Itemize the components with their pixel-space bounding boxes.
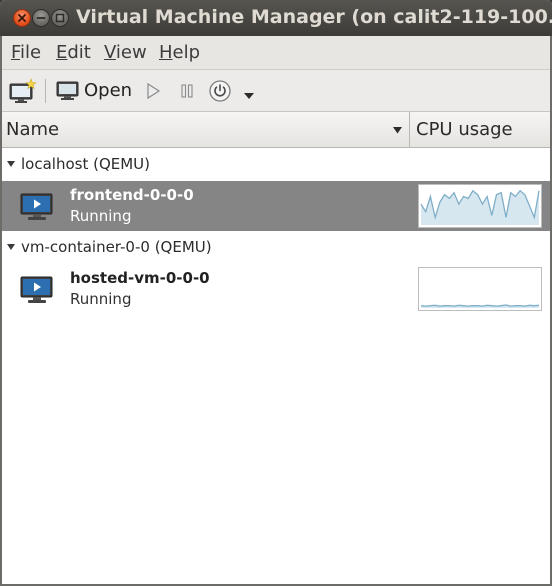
menu-edit[interactable]: Edit — [56, 42, 91, 63]
maximize-icon — [55, 13, 65, 23]
menu-bar: File Edit View Help — [0, 36, 552, 70]
power-icon — [209, 80, 231, 102]
vm-status: Running — [70, 290, 132, 308]
new-vm-icon — [9, 78, 37, 103]
toolbar-separator — [45, 79, 46, 103]
menu-help-mnemonic: H — [159, 42, 173, 63]
toolbar: Open — [0, 70, 552, 112]
connection-row-vm-container[interactable]: vm-container-0-0 (QEMU) — [2, 231, 550, 263]
column-name-label: Name — [6, 119, 60, 140]
expander-arrow-icon[interactable] — [6, 243, 16, 251]
new-vm-button[interactable] — [9, 78, 37, 108]
pause-button[interactable] — [178, 82, 196, 104]
vm-monitor-icon — [20, 193, 53, 220]
menu-edit-mnemonic: E — [56, 42, 68, 63]
vm-name: frontend-0-0-0 — [70, 186, 194, 204]
vm-row-frontend[interactable]: frontend-0-0-0 Running — [2, 181, 550, 231]
sort-arrow-icon — [393, 127, 402, 134]
menu-edit-label: dit — [67, 42, 91, 63]
vm-monitor-icon — [20, 276, 53, 303]
cpu-usage-graph — [418, 184, 542, 228]
window-maximize-button[interactable] — [51, 9, 69, 27]
column-header: Name CPU usage — [2, 112, 550, 148]
window-frame-left — [0, 36, 2, 586]
vm-status: Running — [70, 207, 132, 225]
minimize-icon — [36, 17, 46, 19]
menu-help[interactable]: Help — [159, 42, 200, 63]
menu-view-mnemonic: V — [104, 42, 116, 63]
menu-view[interactable]: View — [104, 42, 147, 63]
expander-arrow-icon[interactable] — [6, 160, 16, 168]
cpu-line — [420, 304, 540, 307]
menu-file-label: ile — [20, 42, 42, 63]
window-minimize-button[interactable] — [32, 9, 50, 27]
menu-file-mnemonic: F — [11, 42, 21, 63]
vm-row-hosted[interactable]: hosted-vm-0-0-0 Running — [2, 264, 550, 314]
window-title: Virtual Machine Manager (on calit2-119-1… — [76, 6, 552, 28]
dropdown-arrow-icon — [244, 93, 254, 99]
close-icon — [18, 14, 26, 22]
connection-label: vm-container-0-0 (QEMU) — [21, 238, 212, 256]
pause-icon — [181, 84, 193, 98]
main-window: Virtual Machine Manager (on calit2-119-1… — [0, 0, 552, 586]
cpu-sparkline — [420, 304, 540, 308]
title-bar[interactable]: Virtual Machine Manager (on calit2-119-1… — [0, 0, 552, 36]
menu-view-label: iew — [115, 42, 147, 63]
menu-help-label: elp — [172, 42, 201, 63]
open-label: Open — [84, 80, 133, 101]
shutdown-menu-button[interactable] — [243, 86, 255, 105]
column-header-name[interactable]: Name — [2, 112, 410, 147]
connection-label: localhost (QEMU) — [21, 155, 151, 173]
connection-row-localhost[interactable]: localhost (QEMU) — [2, 148, 550, 180]
column-cpu-label[interactable]: CPU usage — [416, 119, 513, 140]
monitor-icon — [56, 81, 79, 100]
play-icon — [147, 82, 161, 100]
shutdown-button[interactable] — [208, 79, 232, 107]
cpu-usage-graph — [418, 267, 542, 311]
vm-name: hosted-vm-0-0-0 — [70, 269, 210, 287]
cpu-sparkline — [420, 189, 540, 225]
run-button[interactable] — [144, 82, 162, 104]
vm-list: localhost (QEMU) frontend-0-0-0 Running … — [2, 148, 550, 584]
window-close-button[interactable] — [13, 9, 31, 27]
menu-file[interactable]: File — [11, 42, 41, 63]
